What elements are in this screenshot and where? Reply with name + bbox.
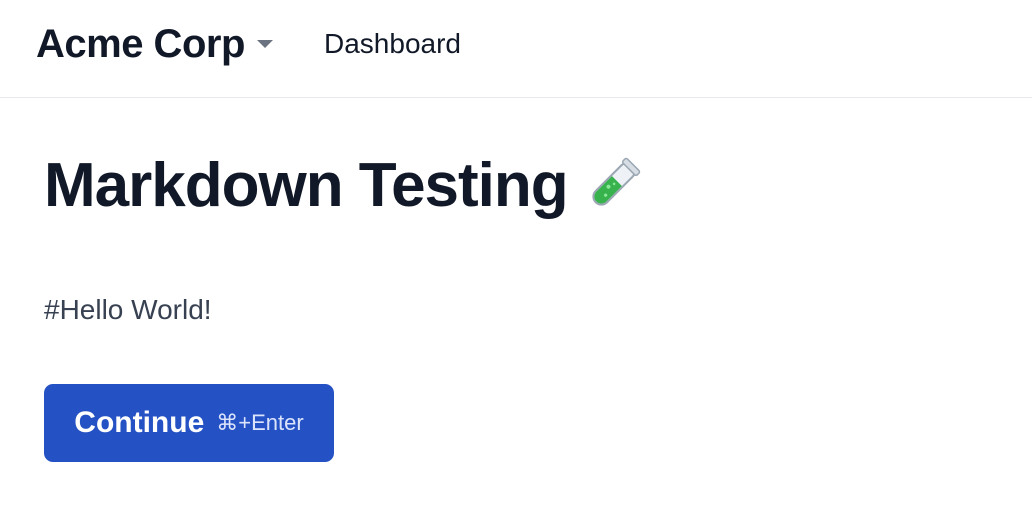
page-title-text: Markdown Testing <box>44 151 569 220</box>
test-tube-icon <box>582 155 642 217</box>
nav-link-dashboard[interactable]: Dashboard <box>324 24 461 64</box>
markdown-content: #Hello World! <box>44 294 212 325</box>
continue-label: Continue <box>74 406 205 439</box>
org-switcher[interactable]: Acme Corp <box>36 20 273 68</box>
brand-name: Acme Corp <box>36 21 245 66</box>
continue-button[interactable]: Continue ⌘+Enter <box>44 384 334 462</box>
page-title: Markdown Testing <box>44 150 642 221</box>
keyboard-shortcut-hint: ⌘+Enter <box>216 410 304 435</box>
chevron-down-icon <box>256 40 273 48</box>
top-navigation-bar: Acme Corp Dashboard <box>0 0 1032 98</box>
